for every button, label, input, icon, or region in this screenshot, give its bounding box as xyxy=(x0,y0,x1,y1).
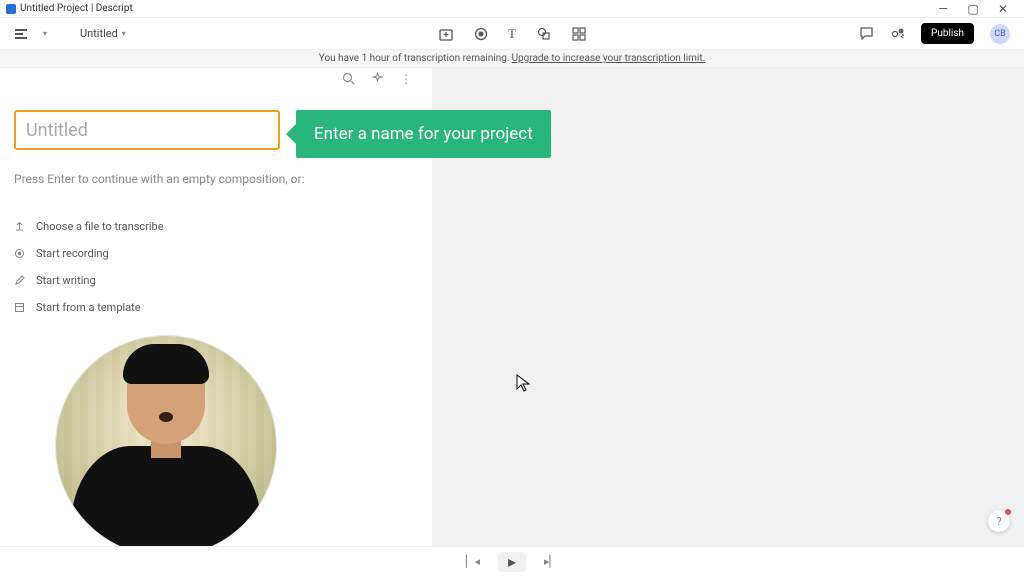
play-button[interactable]: ▸ xyxy=(498,552,526,572)
option-label: Start from a template xyxy=(36,301,141,314)
more-icon[interactable]: ⋮ xyxy=(400,72,412,86)
help-button[interactable]: ? xyxy=(988,510,1010,532)
option-label: Choose a file to transcribe xyxy=(36,220,164,233)
upgrade-link[interactable]: Upgrade to increase your transcription l… xyxy=(512,53,706,64)
record-dot-icon xyxy=(14,248,28,259)
presenter-video-bubble xyxy=(56,336,276,556)
templates-icon[interactable] xyxy=(572,27,586,41)
shapes-icon[interactable] xyxy=(536,26,552,42)
window-close-button[interactable]: ✕ xyxy=(988,0,1018,18)
skip-back-button[interactable]: ▏◂ xyxy=(466,555,480,568)
avatar-initials: CB xyxy=(994,29,1005,39)
option-start-writing[interactable]: Start writing xyxy=(14,272,418,289)
window-titlebar: Untitled Project | Descript — ▢ ✕ xyxy=(0,0,1024,18)
chevron-down-icon[interactable]: ▾ xyxy=(38,27,52,41)
publish-button[interactable]: Publish xyxy=(921,23,974,44)
option-start-template[interactable]: Start from a template xyxy=(14,299,418,316)
notice-text: You have 1 hour of transcription remaini… xyxy=(319,53,510,64)
project-name-label: Untitled xyxy=(80,27,118,40)
option-label: Start writing xyxy=(36,274,96,287)
cursor-icon xyxy=(516,374,530,392)
skip-forward-button[interactable]: ▸▏ xyxy=(544,555,558,568)
callout-text: Enter a name for your project xyxy=(314,124,533,144)
comment-icon[interactable] xyxy=(859,26,874,41)
text-icon[interactable]: T xyxy=(508,26,516,42)
chevron-down-icon: ▾ xyxy=(122,29,126,38)
app-icon xyxy=(6,4,16,14)
window-minimize-button[interactable]: — xyxy=(928,0,958,18)
playback-bar: ▏◂ ▸ ▸▏ xyxy=(0,546,1024,576)
transcription-notice: You have 1 hour of transcription remaini… xyxy=(0,50,1024,68)
sparkle-icon[interactable] xyxy=(371,72,384,86)
search-icon[interactable] xyxy=(342,72,355,86)
window-maximize-button[interactable]: ▢ xyxy=(958,0,988,18)
share-icon[interactable] xyxy=(890,26,905,41)
tutorial-callout: Enter a name for your project xyxy=(296,110,551,158)
publish-label: Publish xyxy=(931,28,964,39)
option-start-recording[interactable]: Start recording xyxy=(14,245,418,262)
option-label: Start recording xyxy=(36,247,109,260)
window-title: Untitled Project | Descript xyxy=(20,3,133,14)
template-icon xyxy=(14,302,28,313)
composition-title-input[interactable] xyxy=(14,110,280,150)
sidebar-toggle-icon[interactable] xyxy=(14,27,28,41)
pencil-icon xyxy=(14,275,28,286)
option-choose-file[interactable]: Choose a file to transcribe xyxy=(14,218,418,235)
project-name-dropdown[interactable]: Untitled ▾ xyxy=(80,27,126,40)
user-avatar[interactable]: CB xyxy=(990,24,1010,44)
record-icon[interactable] xyxy=(474,27,488,41)
upload-icon xyxy=(14,221,28,232)
main-toolbar: ▾ Untitled ▾ T Publish CB xyxy=(0,18,1024,50)
add-media-icon[interactable] xyxy=(438,26,454,42)
composition-hint: Press Enter to continue with an empty co… xyxy=(14,172,418,186)
